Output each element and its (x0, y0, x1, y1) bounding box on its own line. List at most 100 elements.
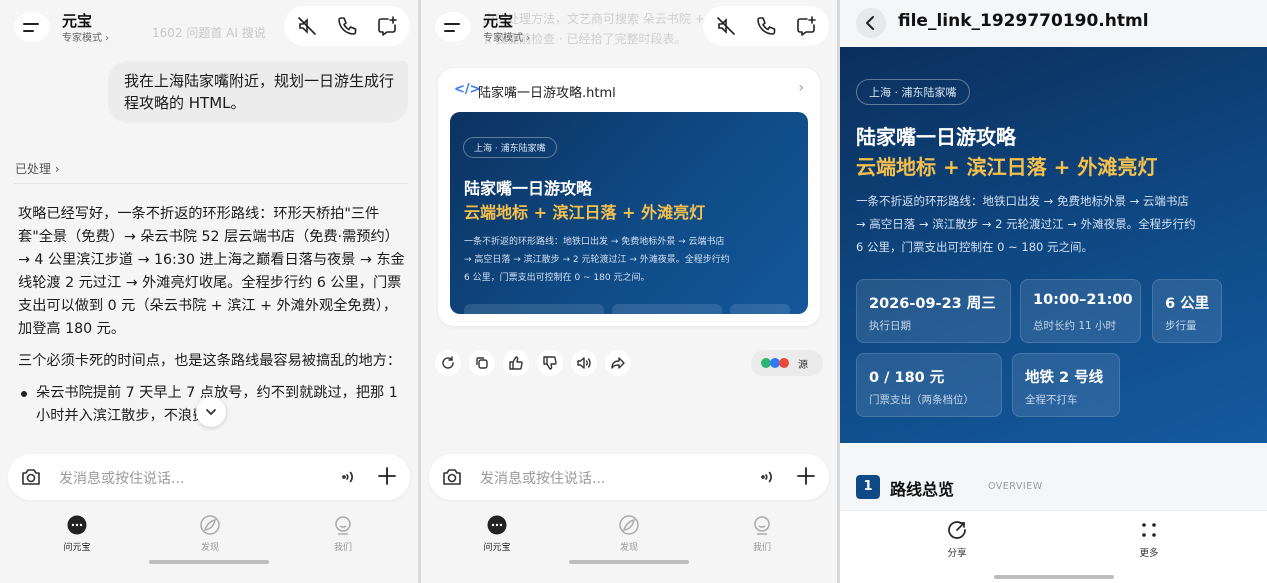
source-label: 源 (798, 360, 808, 371)
hero-section: 上海 · 浦东陆家嘴 陆家嘴一日游攻略 云端地标 + 滨江日落 + 外滩亮灯 一… (840, 47, 1267, 443)
source-logos-icon (761, 358, 789, 368)
nav-item-ask[interactable]: 问元宝 (467, 514, 527, 553)
chat-header: 元宝 专家模式 › 1602 问题首 AI 搜说 (0, 0, 418, 52)
processed-toggle[interactable]: 已处理 › (15, 160, 60, 177)
stat-label: 总时长约 11 小时 (1033, 320, 1117, 332)
back-button[interactable] (856, 8, 886, 38)
page-description: 一条不折返的环形路线：地铁口出发 → 免费地标外景 → 云端书店 (464, 237, 725, 247)
more-button[interactable]: 更多 (1124, 519, 1174, 559)
html-file-card[interactable]: </> 陆家嘴一日游攻略.html › 上海 · 浦东陆家嘴 陆家嘴一日游攻略 … (438, 68, 820, 326)
mute-icon[interactable] (296, 15, 318, 37)
stat-card-peek (464, 304, 604, 314)
voice-icon[interactable] (757, 466, 779, 488)
bottom-nav: 问元宝 发现 我们 (421, 508, 837, 568)
share-button[interactable]: 分享 (932, 519, 982, 559)
stat-value: 地铁 2 号线 (1025, 370, 1104, 386)
chevron-right-icon: › (798, 80, 804, 96)
html-viewer-screen: file_link_1929770190.html 上海 · 浦东陆家嘴 陆家嘴… (840, 0, 1267, 583)
nav-label: 我们 (752, 543, 771, 553)
camera-icon[interactable] (20, 466, 42, 488)
voice-icon[interactable] (338, 466, 360, 488)
menu-icon[interactable] (14, 12, 50, 42)
chat-bubble-icon (487, 515, 507, 535)
page-title: 陆家嘴一日游攻略 (856, 125, 1016, 149)
nav-item-discover[interactable]: 发现 (180, 514, 240, 553)
page-description: 6 公里，门票支出可控制在 0 ~ 180 元之间。 (856, 240, 1093, 254)
new-chat-icon[interactable] (376, 15, 398, 37)
stat-card-transport: 地铁 2 号线 全程不打车 (1012, 353, 1120, 417)
home-indicator (569, 560, 689, 564)
nav-item-discover[interactable]: 发现 (599, 514, 659, 553)
home-indicator (993, 575, 1114, 579)
page-subtitle: 云端地标 + 滨江日落 + 外滩亮灯 (856, 155, 1158, 179)
chat-bubble-icon (67, 515, 87, 535)
screenshot-stage: 元宝 专家模式 › 1602 问题首 AI 搜说 我在上海陆家嘴附近，规划一日游… (0, 0, 1267, 583)
chat-screen-2: 由的处理方法，文艺商可搜索 朵云书院 + ，我提前检查 · 已经拾了完整时段表。… (421, 0, 837, 583)
answer-paragraph: 攻略已经写好，一条不折返的环形路线：环形天桥拍"三件套"全景（免费）→ 朵云书院… (18, 206, 405, 337)
nav-label: 发现 (200, 543, 219, 553)
leaf-icon (200, 515, 220, 535)
page-description: → 高空日落 → 滨江散步 → 2 元轮渡过江 → 外滩夜景。全程步行约 (856, 217, 1196, 231)
stat-card-peek (730, 304, 790, 314)
message-input-bar: 发消息或按住说话... (8, 454, 410, 500)
stat-value: 0 / 180 元 (869, 370, 945, 386)
copy-icon[interactable] (469, 350, 495, 376)
assistant-answer: 攻略已经写好，一条不折返的环形路线：环形天桥拍"三件套"全景（免费）→ 朵云书院… (18, 203, 406, 428)
location-tag: 上海 · 浦东陆家嘴 (856, 79, 970, 105)
message-actions (435, 350, 635, 376)
stat-value: 2026-09-23 周三 (869, 296, 996, 312)
page-description: 6 公里，门票支出可控制在 0 ~ 180 元之间。 (464, 273, 650, 283)
chat-screen-1: 元宝 专家模式 › 1602 问题首 AI 搜说 我在上海陆家嘴附近，规划一日游… (0, 0, 418, 583)
thumbs-up-icon[interactable] (503, 350, 529, 376)
face-icon (754, 516, 770, 535)
face-icon (335, 516, 351, 535)
camera-icon[interactable] (441, 466, 463, 488)
stat-card-date: 2026-09-23 周三 执行日期 (856, 279, 1011, 343)
refresh-icon[interactable] (435, 350, 461, 376)
scroll-down-button[interactable] (196, 397, 226, 427)
page-description: 一条不折返的环形路线：地铁口出发 → 免费地标外景 → 云端书店 (856, 194, 1189, 208)
stat-card-tickets: 0 / 180 元 门票支出（两条档位） (856, 353, 1002, 417)
mode-selector[interactable]: 专家模式 › (483, 29, 530, 44)
nav-label: 问元宝 (63, 543, 91, 553)
section-subtitle: OVERVIEW (988, 481, 1043, 492)
page-description: → 高空日落 → 滨江散步 → 2 元轮渡过江 → 外滩夜景。全程步行约 (464, 255, 730, 265)
section-number: 1 (856, 475, 880, 499)
message-input[interactable]: 发消息或按住说话... (480, 468, 605, 488)
new-chat-icon[interactable] (795, 15, 817, 37)
mode-selector[interactable]: 专家模式 › (62, 29, 109, 44)
nav-item-ask[interactable]: 问元宝 (47, 514, 107, 553)
source-button[interactable]: 源 (751, 350, 823, 376)
phone-call-icon[interactable] (336, 15, 358, 37)
stat-value: 10:00–21:00 (1033, 292, 1133, 308)
stat-card-peek (612, 304, 722, 314)
message-input[interactable]: 发消息或按住说话... (59, 468, 184, 488)
menu-icon[interactable] (435, 12, 471, 42)
share-icon (948, 521, 966, 539)
more-label: 更多 (1139, 548, 1159, 559)
ghost-scroll-text: 1602 问题首 AI 搜说 (152, 26, 266, 40)
share-icon[interactable] (605, 350, 631, 376)
nav-label: 我们 (333, 543, 352, 553)
file-name: 陆家嘴一日游攻略.html (478, 86, 616, 101)
more-dots-icon (1142, 523, 1156, 537)
phone-call-icon[interactable] (755, 15, 777, 37)
nav-item-me[interactable]: 我们 (732, 514, 792, 553)
thumbs-down-icon[interactable] (537, 350, 563, 376)
divider (14, 183, 408, 184)
share-label: 分享 (947, 548, 967, 559)
mute-icon[interactable] (715, 15, 737, 37)
plus-icon[interactable] (375, 464, 399, 488)
nav-item-me[interactable]: 我们 (313, 514, 373, 553)
page-title: 陆家嘴一日游攻略 (464, 179, 593, 198)
plus-icon[interactable] (794, 464, 818, 488)
app-name: 元宝 (62, 12, 93, 30)
stat-label: 步行量 (1165, 320, 1197, 332)
viewer-bottom-bar: 分享 更多 (840, 510, 1267, 583)
viewer-header: file_link_1929770190.html (840, 0, 1267, 46)
html-preview-thumbnail[interactable]: 上海 · 浦东陆家嘴 陆家嘴一日游攻略 云端地标 + 滨江日落 + 外滩亮灯 一… (450, 112, 808, 314)
page-subtitle: 云端地标 + 滨江日落 + 外滩亮灯 (464, 203, 706, 222)
chat-header: 元宝 专家模式 › (421, 0, 837, 52)
code-icon: </> (454, 82, 481, 97)
speaker-icon[interactable] (571, 350, 597, 376)
